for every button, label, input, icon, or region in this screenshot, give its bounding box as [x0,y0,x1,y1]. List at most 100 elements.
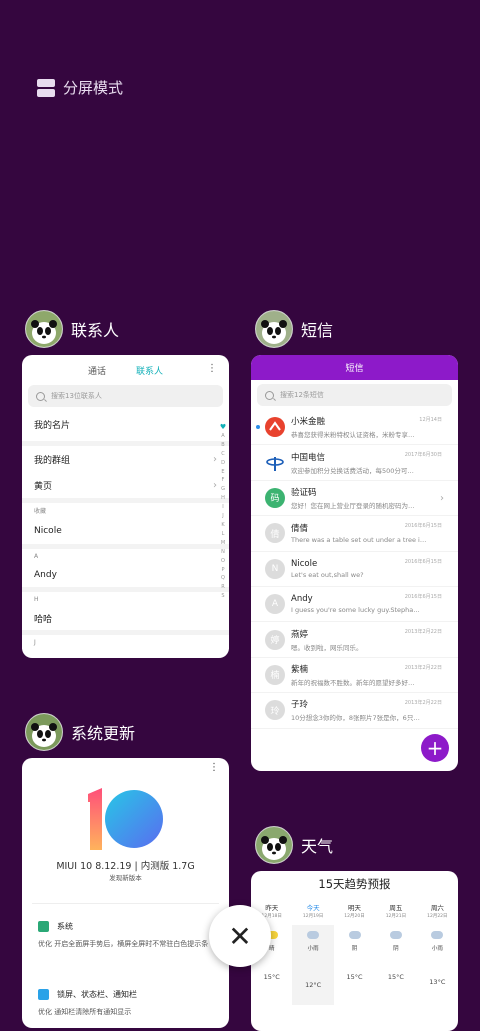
tab-calls[interactable]: 通话 [88,364,106,377]
message-item[interactable]: 玲子玲 10分想念3你的你，8张照片7张是你，6只… 2013年2月22日 [251,693,458,729]
message-item[interactable]: A Andy I guess you're some lucky guy.Steph… [251,587,458,623]
yellow-pages-row[interactable]: 黄页 › [22,472,229,498]
groups-row[interactable]: 我的群组 › [22,446,229,472]
my-card-row[interactable]: 我的名片 [22,407,229,441]
cloud-icon [389,931,402,939]
forecast-column: 小雨 12°C [292,925,334,1005]
message-date: 2016年6月15日 [404,558,442,565]
message-item[interactable]: 码验证码 您好！您在网上营业厅登录的随机密码为… › [251,481,458,517]
sms-app-header: 短信 [255,310,333,348]
message-preview: 您好！您在网上营业厅登录的随机密码为… [291,501,415,510]
day-name: 今天 [306,904,320,912]
index-letter[interactable]: Q [221,574,225,583]
unread-dot [256,425,260,429]
more-icon[interactable]: ⋮ [209,762,219,773]
index-letter[interactable]: K [221,521,224,530]
message-item[interactable]: N Nicole Let's eat out,shall we? 2016年6月15日 [251,552,458,587]
forecast-day: 明天 12月20日 [334,902,375,919]
contacts-app-header: 联系人 [25,310,119,348]
forecast-column: 阴 15°C [334,925,375,1005]
index-letter[interactable]: P [221,566,224,575]
split-screen-button[interactable]: 分屏模式 [37,77,123,98]
index-letter[interactable]: L [222,530,225,539]
index-letter[interactable]: H [221,494,225,503]
weather-app-card[interactable]: 15天趋势预报 昨天 12月18日 今天 12月19日 明天 12月20日 周五 12月21日… [251,871,458,1031]
contacts-search-placeholder: 搜索13位联系人 [51,392,102,400]
index-letter[interactable]: G [221,485,225,494]
index-letter[interactable]: O [221,557,225,566]
section-letter: H [22,592,229,606]
divider [32,903,219,904]
message-preview: 新年的祝福数不胜数。新年的愿望好多好… [291,678,415,687]
contact-avatar-icon: A [265,594,285,615]
contacts-app-card[interactable]: 通话 联系人 ⋮ 搜索13位联系人 我的名片 我的群组 › 黄页 › 收藏 Nico… [22,355,229,658]
groups-label: 我的群组 [34,455,71,466]
message-item[interactable]: 楠紫楠 新年的祝福数不胜数。新年的愿望好多好… 2013年2月22日 [251,658,458,694]
index-letter[interactable]: J [222,512,223,521]
close-all-button[interactable]: ✕ [209,905,271,967]
index-letter[interactable]: E [221,468,224,477]
day-name: 周五 [389,904,403,912]
message-item[interactable]: 小米金融 恭喜您获得米粉特权认证资格，米粉专享… 12月14日 [251,410,458,446]
index-letter[interactable]: A [221,432,224,441]
day-date: 12月22日 [427,914,448,919]
sms-header: 短信 [251,355,458,380]
contact-name: 哈哈 [34,614,53,625]
forecast-day: 周六 12月22日 [417,902,458,919]
index-letter[interactable]: C [221,450,225,459]
index-letter[interactable]: N [221,548,225,557]
message-preview: 嗯。收到啦，网乐同乐。 [291,643,363,652]
message-preview: I guess you're some lucky guy.Stepha… [291,606,420,615]
update-app-card[interactable]: ⋮ MIUI 10 8.12.19 | 内测版 1.7G 发现新版本 系统 优化… [22,758,229,1028]
index-letter[interactable]: R [221,583,224,592]
alphabet-index[interactable]: ♥ A B C D E F G H I J K L M N O P Q R S [219,423,227,601]
message-date: 2013年2月22日 [404,700,442,707]
search-icon [36,391,45,401]
message-item[interactable]: 婷燕婷 嗯。收到啦，网乐同乐。 2013年2月22日 [251,622,458,658]
update-item-desc: 优化 开启全面屏手势后，横屏全屏时不常驻白色提示条 [38,940,209,948]
sms-search-placeholder: 搜索12条短信 [280,391,324,399]
message-date: 2013年2月22日 [404,664,442,671]
yellow-pages-label: 黄页 [34,481,53,492]
contacts-tabs: 通话 联系人 ⋮ [22,355,229,385]
contact-avatar-icon: 婷 [265,629,285,650]
update-item-title: 系统 [57,922,73,931]
index-letter[interactable]: F [222,476,225,485]
sms-app-title: 短信 [301,321,334,340]
message-preview: 10分想念3你的你，8张照片7张是你，6只… [291,714,420,723]
avatar-initial: A [271,599,279,610]
lockscreen-icon [38,989,49,1000]
forecast-columns: 晴 15°C 小雨 12°C 阴 15°C 阴 15°C 小雨 13°C [251,925,458,1005]
contact-avatar-icon [265,417,285,438]
new-message-button[interactable]: + [421,734,449,762]
day-date: 12月19日 [302,914,324,919]
contact-row-favorite[interactable]: Nicole [22,517,229,544]
index-letter[interactable]: M [221,539,225,548]
contacts-app-title: 联系人 [71,321,120,340]
tab-contacts[interactable]: 联系人 [136,364,163,377]
contacts-search[interactable]: 搜索13位联系人 [28,385,223,407]
my-card-label: 我的名片 [34,420,71,431]
index-letter[interactable]: D [221,459,225,468]
message-item[interactable]: 中国电信 欢迎参加积分兑换话费活动，每500分可… 2017年6月30日 [251,445,458,481]
weather-condition: 阴 [351,946,358,952]
day-name: 明天 [348,904,362,912]
sms-app-card[interactable]: 短信 搜索12条短信 小米金融 恭喜您获得米粉特权认证资格，米粉专享… 12月14日… [251,355,458,771]
avatar-initial: 玲 [270,706,280,717]
day-name: 周六 [430,904,444,912]
index-letter[interactable]: S [221,592,224,601]
message-item[interactable]: 倩倩倩 There was a table set out under a tre… [251,516,458,552]
contact-row[interactable]: 哈哈 [22,606,229,630]
avatar-initial: 倩 [270,529,280,540]
contact-avatar-icon [265,452,285,473]
index-letter[interactable]: B [221,441,224,450]
chevron-right-icon: › [440,492,444,504]
avatar-initial: N [271,563,279,574]
temperature: 15°C [387,973,404,981]
panda-avatar-icon [25,310,63,348]
more-icon[interactable]: ⋮ [207,363,217,374]
message-date: 2016年6月15日 [404,593,442,600]
sms-search[interactable]: 搜索12条短信 [257,384,452,406]
contact-row[interactable]: Andy [22,563,229,587]
index-letter[interactable]: I [222,503,223,512]
